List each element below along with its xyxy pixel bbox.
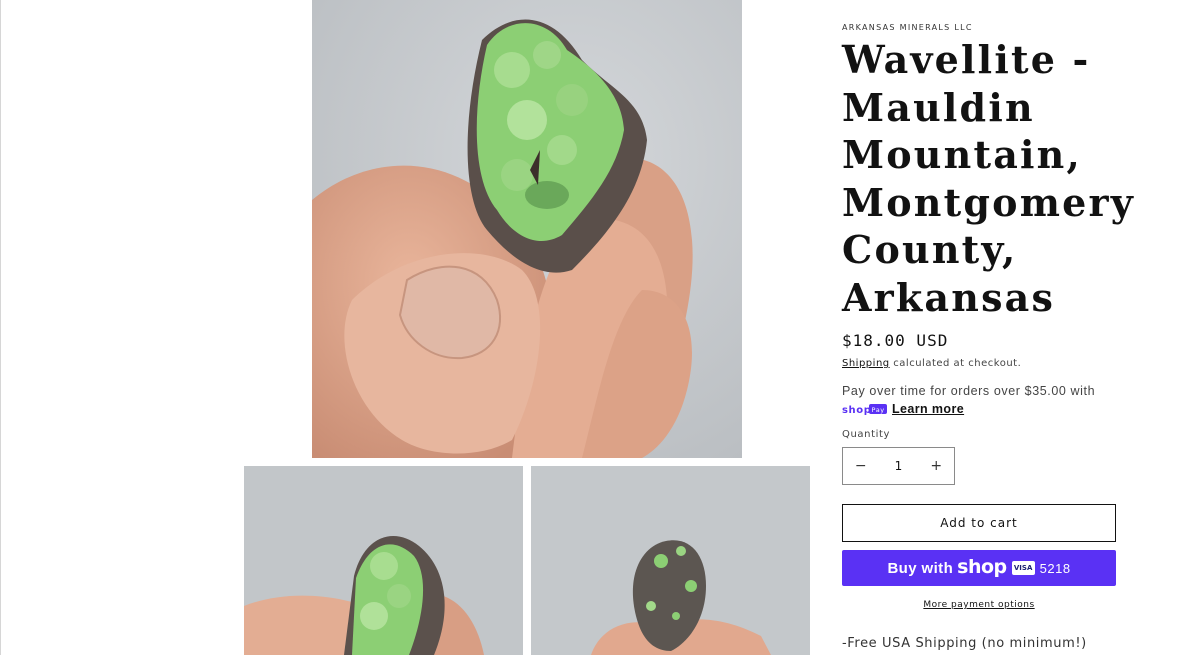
buy-with-shop-pay-button[interactable]: Buy with shop VISA 5218 (842, 550, 1116, 586)
increase-quantity-button[interactable]: + (919, 448, 955, 484)
page-edge-divider (0, 0, 1, 655)
shop-pay-logo-icon: shop Pay (842, 404, 887, 415)
shipping-note: Shipping calculated at checkout. (842, 358, 1021, 369)
shop-pay-installments-banner: Pay over time for orders over $35.00 wit… (842, 384, 1132, 416)
product-image-thumbnail[interactable] (244, 466, 523, 655)
svg-text:Pay: Pay (872, 406, 885, 414)
shipping-note-text: calculated at checkout. (889, 358, 1022, 369)
product-title: Wavellite - Mauldin Mountain, Montgomery… (842, 37, 1135, 320)
shop-logo-icon: shop (957, 556, 1007, 578)
shipping-policy-link[interactable]: Shipping (842, 358, 890, 369)
product-image-main[interactable] (312, 0, 742, 458)
product-price: $18.00 USD (842, 331, 949, 350)
svg-text:shop: shop (842, 405, 872, 415)
card-last-four: 5218 (1039, 560, 1071, 576)
product-image-thumbnail[interactable] (531, 466, 810, 655)
quantity-stepper: − + (842, 447, 955, 485)
visa-card-icon: VISA (1011, 561, 1035, 575)
more-payment-options-link[interactable]: More payment options (842, 600, 1116, 610)
product-description-line: -Free USA Shipping (no minimum!) (842, 636, 1087, 651)
plus-icon: + (930, 458, 943, 474)
quantity-input[interactable] (878, 450, 919, 482)
buy-with-label: Buy with (887, 559, 954, 577)
installments-text: Pay over time for orders over $35.00 wit… (842, 384, 1096, 398)
learn-more-link[interactable]: Learn more (892, 402, 964, 416)
minus-icon: − (854, 458, 867, 474)
decrease-quantity-button[interactable]: − (843, 448, 879, 484)
vendor-name: ARKANSAS MINERALS LLC (842, 23, 973, 32)
add-to-cart-button[interactable]: Add to cart (842, 504, 1116, 542)
quantity-label: Quantity (842, 429, 891, 440)
